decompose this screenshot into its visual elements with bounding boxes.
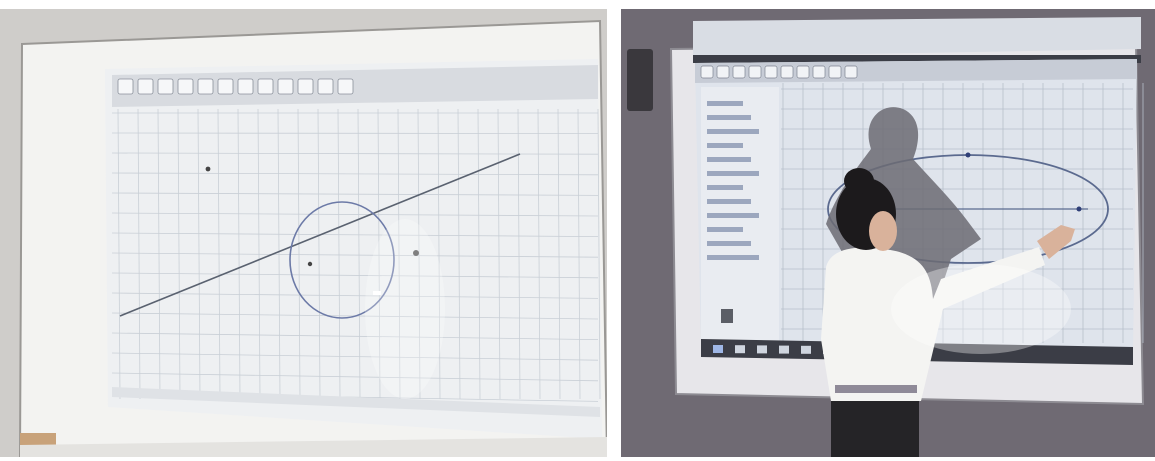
reflect-icon xyxy=(828,65,842,79)
slider-icon xyxy=(844,65,858,79)
algebra-entry-line xyxy=(707,157,751,162)
perpendicular-icon xyxy=(748,65,762,79)
zoom-icon xyxy=(337,78,354,95)
line-icon xyxy=(732,65,746,79)
text-icon xyxy=(317,78,334,95)
angle-icon xyxy=(257,78,274,95)
projector-glare xyxy=(891,264,1071,354)
circle-center-point xyxy=(307,261,313,267)
polygon-icon xyxy=(764,65,778,79)
student-hair-bun xyxy=(844,168,874,194)
point-icon xyxy=(137,78,154,95)
keyboard-icon xyxy=(721,309,733,323)
perpendicular-icon xyxy=(177,78,194,95)
circle-icon xyxy=(217,78,234,95)
student-belt xyxy=(835,385,917,393)
start-icon xyxy=(713,345,723,353)
circle-icon xyxy=(780,65,794,79)
classroom-photo-right xyxy=(621,9,1155,457)
slider-icon xyxy=(297,78,314,95)
algebra-entry-line xyxy=(707,213,759,218)
algebra-entry-line xyxy=(707,171,759,176)
polygon-icon xyxy=(197,78,214,95)
algebra-entry-line xyxy=(707,199,751,204)
classroom-photo-left xyxy=(0,9,607,457)
geometry-board-photo xyxy=(0,9,607,457)
algebra-entry-line xyxy=(707,129,759,134)
speaker xyxy=(627,49,653,111)
student-face xyxy=(869,211,897,251)
ellipse-icon xyxy=(796,65,810,79)
algebra-entry-line xyxy=(707,241,751,246)
algebra-entry-line xyxy=(707,143,743,148)
reflect-icon xyxy=(277,78,294,95)
ellipse-vertex-point xyxy=(965,152,971,158)
ellipse-vertex-point xyxy=(1076,206,1082,212)
free-point xyxy=(205,166,211,172)
browser-icon xyxy=(779,345,789,354)
move-icon xyxy=(117,78,134,95)
move-icon xyxy=(700,65,714,79)
cursor-highlight xyxy=(373,291,381,295)
algebra-entry-line xyxy=(707,115,751,120)
ellipse-icon xyxy=(237,78,254,95)
taskview-icon xyxy=(757,345,767,354)
light-glare xyxy=(365,219,445,399)
algebra-entry-line xyxy=(707,101,743,106)
student-board-photo xyxy=(621,9,1155,457)
point-icon xyxy=(716,65,730,79)
line-icon xyxy=(157,78,174,95)
algebra-entry-line xyxy=(707,227,743,232)
angle-icon xyxy=(812,65,826,79)
algebra-entry-line xyxy=(707,255,759,260)
algebra-entry-line xyxy=(707,185,743,190)
search-icon xyxy=(735,345,745,354)
folder-icon xyxy=(801,345,811,354)
